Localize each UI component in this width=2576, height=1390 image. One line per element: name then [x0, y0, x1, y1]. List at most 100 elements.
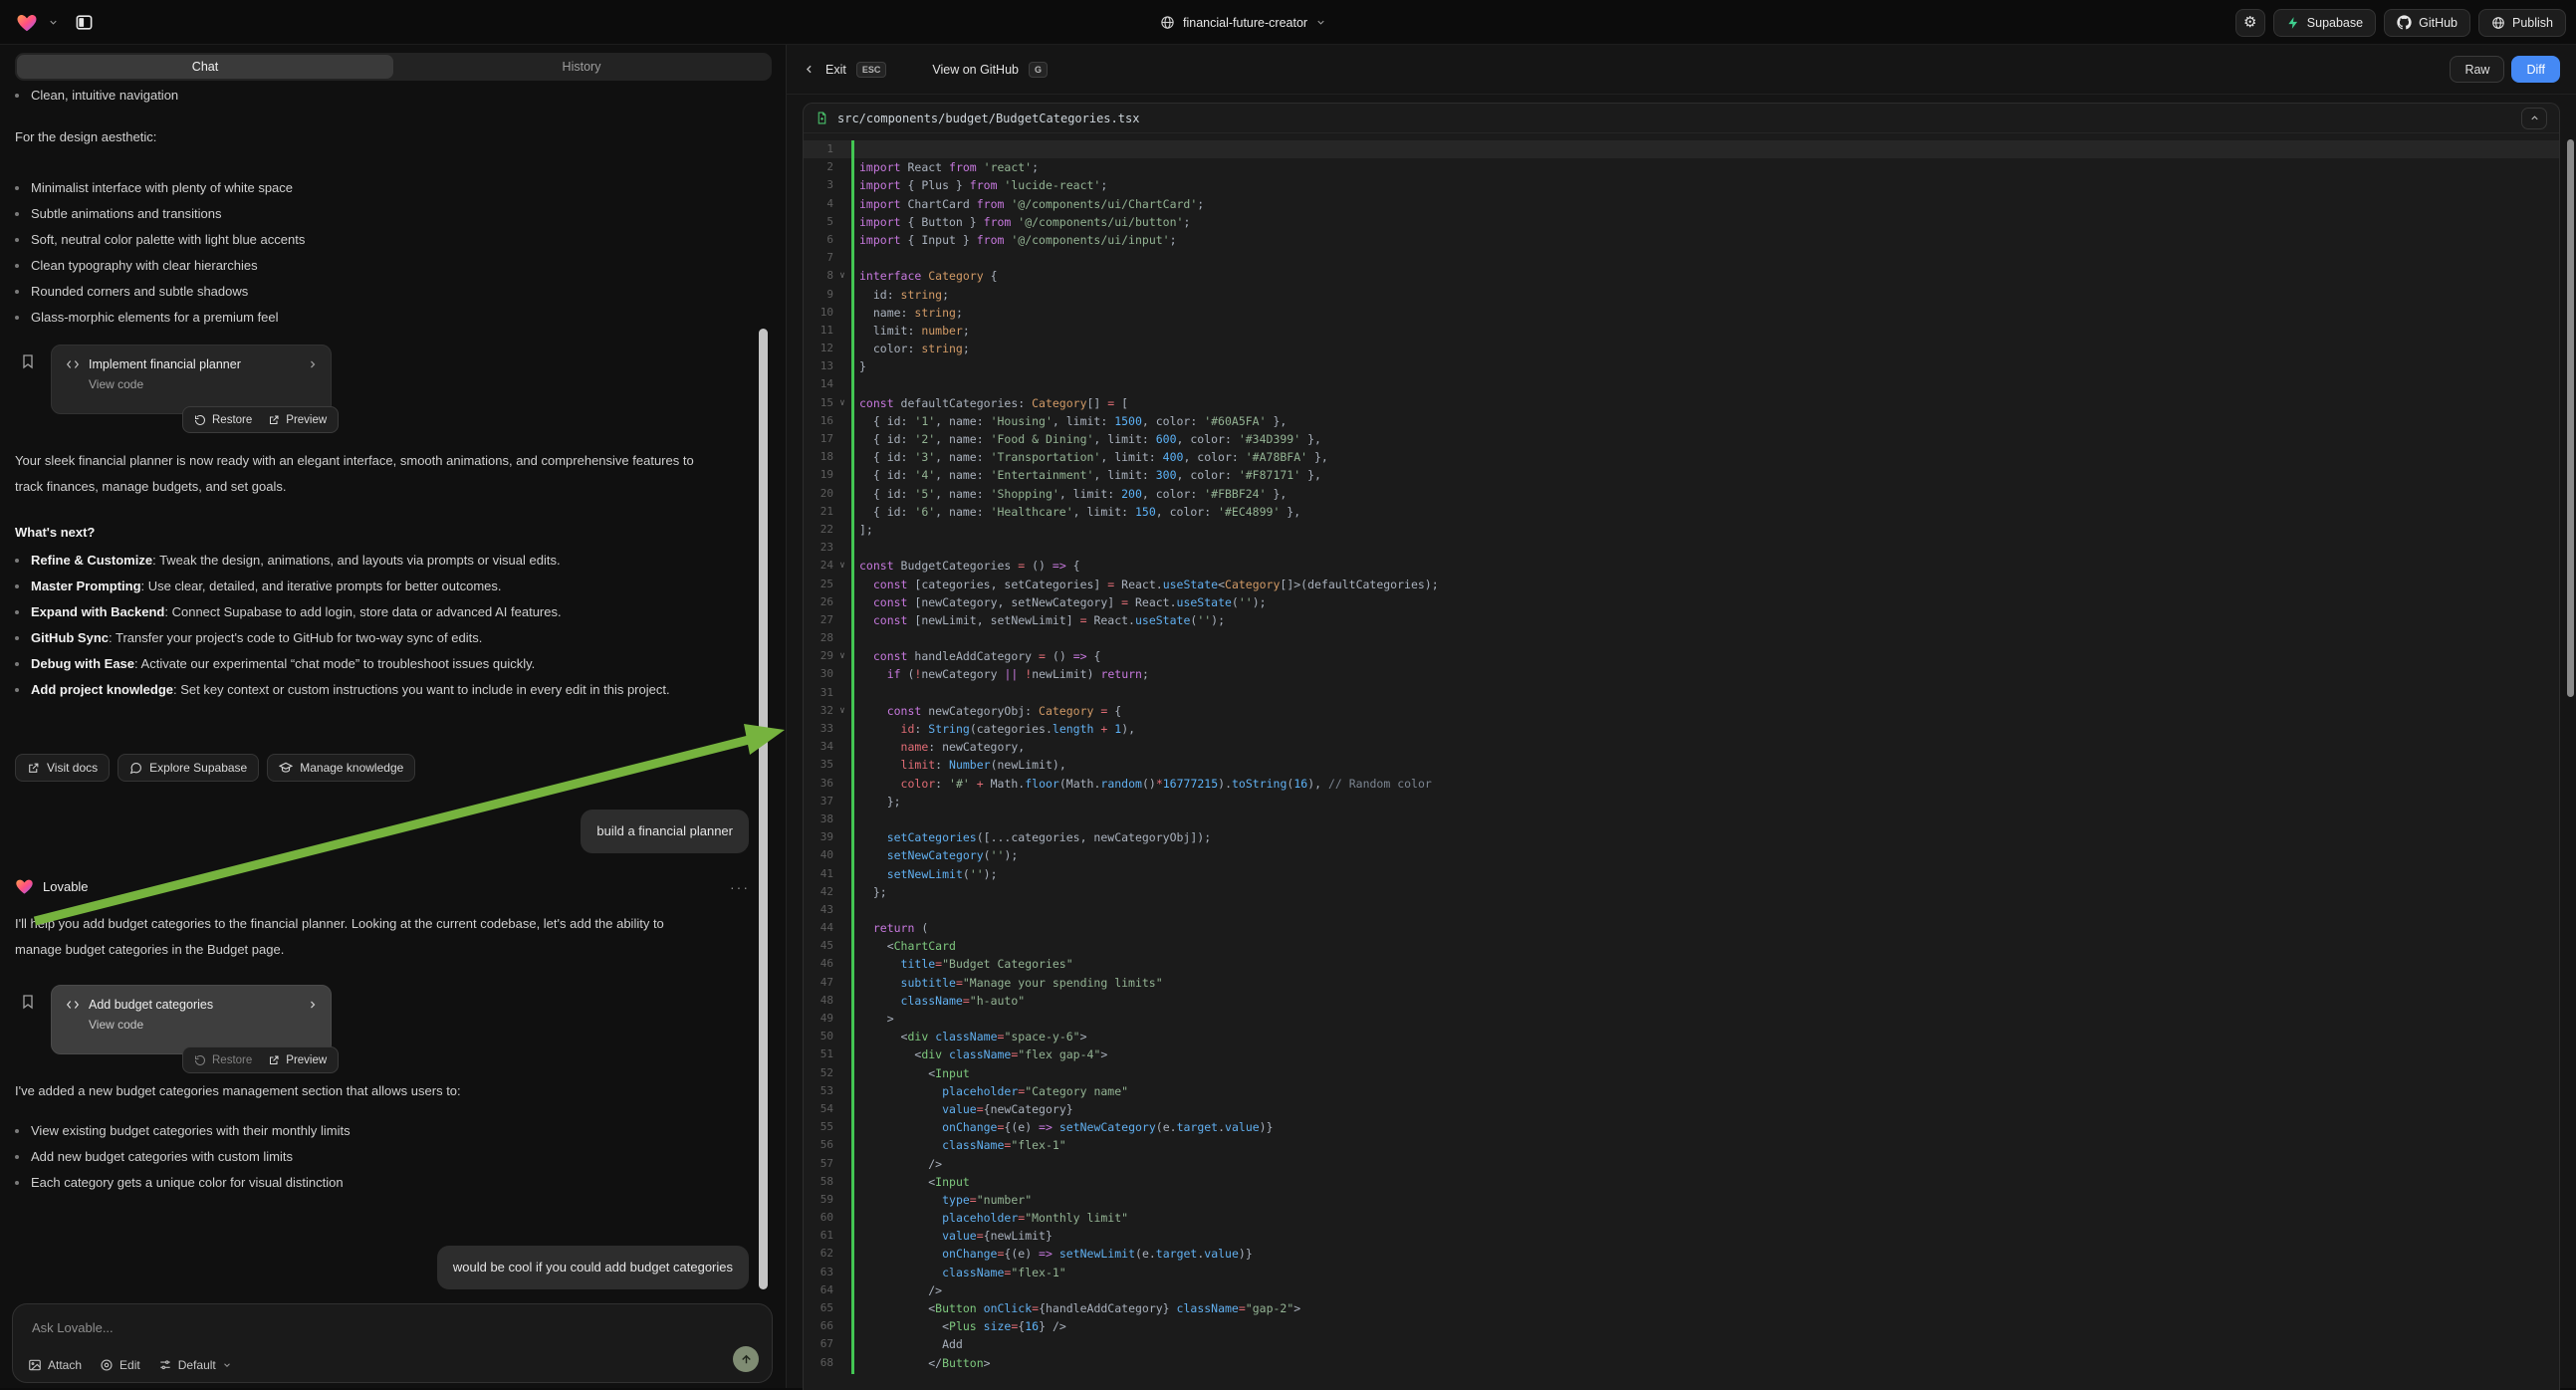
- fold-spacer: [833, 1082, 851, 1100]
- code-text: [851, 249, 859, 267]
- esc-shortcut-badge: ESC: [856, 62, 887, 78]
- version-card-implement-financial-planner[interactable]: Implement financial planner View code: [51, 345, 332, 414]
- project-title: financial-future-creator: [1183, 16, 1307, 30]
- code-text: <Input: [851, 1173, 970, 1191]
- fold-spacer: [833, 576, 851, 593]
- line-number: 20: [804, 485, 833, 503]
- code-text: import { Plus } from 'lucide-react';: [851, 176, 1107, 194]
- line-number: 38: [804, 811, 833, 828]
- fold-spacer: [833, 1299, 851, 1317]
- raw-toggle-button[interactable]: Raw: [2450, 56, 2504, 83]
- line-number: 47: [804, 974, 833, 992]
- list-item: Expand with Backend: Connect Supabase to…: [0, 599, 687, 625]
- line-number: 66: [804, 1317, 833, 1335]
- fold-spacer: [833, 430, 851, 448]
- code-line: 68 </Button>: [804, 1354, 2559, 1372]
- file-bar[interactable]: src/components/budget/BudgetCategories.t…: [804, 104, 2559, 133]
- code-icon: [66, 998, 80, 1012]
- chevron-left-icon[interactable]: [803, 63, 816, 76]
- fold-chevron-icon[interactable]: ∨: [833, 267, 851, 285]
- view-code-link[interactable]: View code: [52, 1012, 331, 1032]
- fold-chevron-icon[interactable]: ∨: [833, 557, 851, 575]
- fold-spacer: [833, 1281, 851, 1299]
- line-number: 45: [804, 937, 833, 955]
- fold-spacer: [833, 1335, 851, 1353]
- view-on-github-button[interactable]: View on GitHub: [932, 63, 1019, 77]
- bookmark-icon[interactable]: [20, 353, 36, 369]
- code-text: import { Input } from '@/components/ui/i…: [851, 231, 1177, 249]
- code-text: limit: number;: [851, 322, 970, 340]
- view-code-link[interactable]: View code: [52, 371, 331, 391]
- line-number: 25: [804, 576, 833, 593]
- code-line: 2import React from 'react';: [804, 158, 2559, 176]
- code-text: { id: '3', name: 'Transportation', limit…: [851, 448, 1328, 466]
- code-text: import ChartCard from '@/components/ui/C…: [851, 195, 1204, 213]
- code-line: 10 name: string;: [804, 304, 2559, 322]
- edit-mode-button[interactable]: Edit: [100, 1358, 140, 1372]
- chevron-up-icon: [2529, 113, 2540, 123]
- fold-spacer: [833, 828, 851, 846]
- graduation-cap-icon: [279, 761, 293, 775]
- line-number: 58: [804, 1173, 833, 1191]
- manage-knowledge-button[interactable]: Manage knowledge: [267, 754, 415, 782]
- fold-spacer: [833, 1045, 851, 1063]
- code-text: color: '#' + Math.floor(Math.random()*16…: [851, 775, 1432, 793]
- fold-chevron-icon[interactable]: ∨: [833, 702, 851, 720]
- line-number: 30: [804, 665, 833, 683]
- supabase-button[interactable]: Supabase: [2273, 9, 2376, 37]
- fold-spacer: [833, 1173, 851, 1191]
- code-text: { id: '5', name: 'Shopping', limit: 200,…: [851, 485, 1287, 503]
- lovable-logo-heart-icon[interactable]: [16, 12, 38, 34]
- preview-button[interactable]: Preview: [268, 1054, 327, 1066]
- settings-button[interactable]: ⚙: [2235, 9, 2265, 37]
- collapse-file-button[interactable]: [2521, 108, 2547, 129]
- line-number: 11: [804, 322, 833, 340]
- code-text: [851, 684, 859, 702]
- code-line: 50 <div className="space-y-6">: [804, 1028, 2559, 1045]
- fold-chevron-icon[interactable]: ∨: [833, 647, 851, 665]
- code-text: { id: '6', name: 'Healthcare', limit: 15…: [851, 503, 1300, 521]
- user-message: build a financial planner: [581, 810, 749, 853]
- chat-input[interactable]: Ask Lovable... Attach Edit Default: [12, 1303, 773, 1383]
- send-button[interactable]: [733, 1346, 759, 1372]
- line-number: 36: [804, 775, 833, 793]
- code-line: 46 title="Budget Categories": [804, 955, 2559, 973]
- code-line: 33 id: String(categories.length + 1),: [804, 720, 2559, 738]
- message-menu-button[interactable]: ···: [730, 879, 750, 895]
- visit-docs-button[interactable]: Visit docs: [15, 754, 110, 782]
- exit-button[interactable]: Exit: [825, 63, 846, 77]
- code-text: import React from 'react';: [851, 158, 1039, 176]
- fold-spacer: [833, 720, 851, 738]
- restore-button[interactable]: Restore: [194, 1054, 252, 1066]
- code-editor[interactable]: 12import React from 'react';3import { Pl…: [804, 140, 2559, 1372]
- fold-chevron-icon[interactable]: ∨: [833, 394, 851, 412]
- code-line: 60 placeholder="Monthly limit": [804, 1209, 2559, 1227]
- diff-toggle-button[interactable]: Diff: [2511, 56, 2560, 83]
- chevron-down-icon[interactable]: [48, 17, 59, 28]
- bookmark-icon[interactable]: [20, 994, 36, 1010]
- preview-button[interactable]: Preview: [268, 414, 327, 426]
- code-scrollbar-thumb[interactable]: [2567, 139, 2574, 697]
- model-selector[interactable]: Default: [158, 1358, 232, 1372]
- restore-button[interactable]: Restore: [194, 414, 252, 426]
- project-switcher[interactable]: financial-future-creator: [1160, 0, 1326, 45]
- fold-spacer: [833, 1064, 851, 1082]
- fold-spacer: [833, 1227, 851, 1245]
- code-line: 56 className="flex-1": [804, 1136, 2559, 1154]
- publish-button[interactable]: Publish: [2478, 9, 2566, 37]
- line-number: 51: [804, 1045, 833, 1063]
- sidebar-toggle-icon[interactable]: [75, 13, 94, 32]
- line-number: 13: [804, 357, 833, 375]
- code-text: subtitle="Manage your spending limits": [851, 974, 1163, 992]
- tab-chat[interactable]: Chat: [17, 55, 393, 79]
- chat-scrollbar-thumb[interactable]: [759, 329, 768, 1289]
- github-button[interactable]: GitHub: [2384, 9, 2470, 37]
- explore-supabase-button[interactable]: Explore Supabase: [117, 754, 259, 782]
- line-number: 8: [804, 267, 833, 285]
- line-number: 33: [804, 720, 833, 738]
- version-card-add-budget-categories[interactable]: Add budget categories View code: [51, 985, 332, 1054]
- code-line: 39 setCategories([...categories, newCate…: [804, 828, 2559, 846]
- attach-button[interactable]: Attach: [28, 1358, 82, 1372]
- tab-history[interactable]: History: [393, 55, 770, 79]
- design-heading: For the design aesthetic:: [15, 124, 702, 150]
